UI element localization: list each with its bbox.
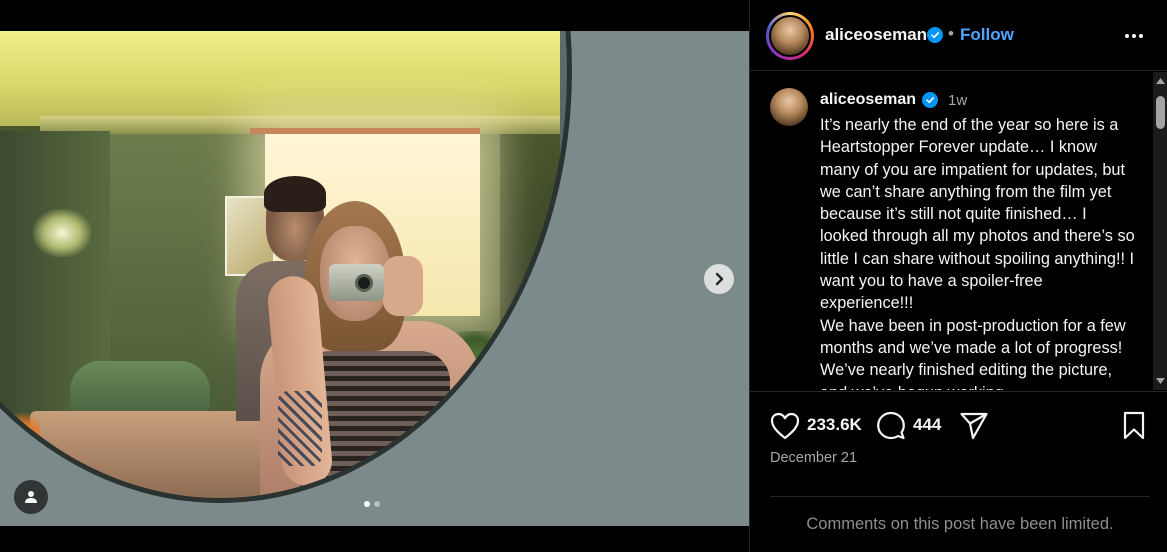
post-header: aliceoseman • Follow: [750, 0, 1167, 71]
triangle-down-icon: [1156, 378, 1165, 384]
comment-bubble-icon: [877, 411, 905, 440]
paper-plane-icon: [960, 412, 988, 440]
poster-subtitle: american idiot: [638, 99, 733, 147]
carousel-next-button[interactable]: [704, 264, 734, 294]
save-button[interactable]: [1122, 411, 1146, 441]
post-photo: GREEN DAY american idiot: [0, 31, 749, 526]
caption-section: aliceoseman 1w It’s nearly the end of th…: [750, 72, 1153, 390]
more-horizontal-icon: [1125, 34, 1143, 38]
comment-button[interactable]: [876, 411, 906, 441]
post-actions: 233.6K 444 December 21: [750, 391, 1167, 501]
photo-person-back-hair: [264, 176, 326, 212]
carousel-dot: [374, 501, 380, 507]
photo-curtain-rod: [250, 128, 480, 134]
verified-badge-icon: [927, 27, 943, 43]
follow-button[interactable]: Follow: [960, 25, 1014, 45]
triangle-up-icon: [1156, 78, 1165, 84]
post-details-panel: aliceoseman • Follow aliceoseman 1w It’s…: [749, 0, 1167, 552]
user-tag-icon: [25, 491, 37, 503]
scroll-up-button[interactable]: [1153, 74, 1167, 88]
post-time-ago[interactable]: 1w: [948, 92, 967, 109]
avatar[interactable]: [770, 88, 808, 126]
tagged-users-button[interactable]: [14, 480, 48, 514]
author-username-link[interactable]: aliceoseman: [825, 25, 927, 45]
carousel-dot-active: [364, 501, 370, 507]
photo-ceiling: [0, 31, 560, 126]
photo-neon-sign: [33, 209, 91, 257]
poster-title: GREEN DAY: [632, 31, 749, 100]
like-count[interactable]: 233.6K: [807, 415, 862, 435]
photo-camera-lens: [355, 274, 373, 292]
scrollbar-thumb[interactable]: [1156, 96, 1165, 129]
verified-badge-icon: [922, 92, 938, 108]
author-avatar-story-ring[interactable]: [766, 12, 814, 60]
photo-lamp: [5, 411, 40, 461]
photo-bed: [30, 411, 280, 501]
heart-icon: [770, 412, 800, 440]
share-button[interactable]: [959, 411, 989, 441]
post-media: GREEN DAY american idiot: [0, 0, 749, 552]
avatar: [769, 15, 811, 57]
caption-scrollbar[interactable]: [1153, 72, 1167, 390]
header-separator: •: [948, 24, 954, 43]
caption-text: It’s nearly the end of the year so here …: [820, 116, 1135, 390]
bookmark-icon: [1123, 411, 1145, 440]
comment-count: 444: [913, 415, 942, 434]
like-button[interactable]: [770, 412, 800, 440]
photo-dark-corner: [630, 446, 749, 526]
comments-limited-notice: Comments on this post have been limited.: [770, 496, 1150, 552]
chevron-right-icon: [715, 272, 724, 286]
photo-tattoo: [278, 391, 322, 466]
caption-username-link[interactable]: aliceoseman: [820, 91, 916, 109]
scroll-down-button[interactable]: [1153, 374, 1167, 388]
post-date[interactable]: December 21: [770, 450, 857, 466]
more-options-button[interactable]: [1122, 24, 1146, 48]
photo-hand: [383, 256, 423, 316]
carousel-indicator: [364, 501, 380, 507]
